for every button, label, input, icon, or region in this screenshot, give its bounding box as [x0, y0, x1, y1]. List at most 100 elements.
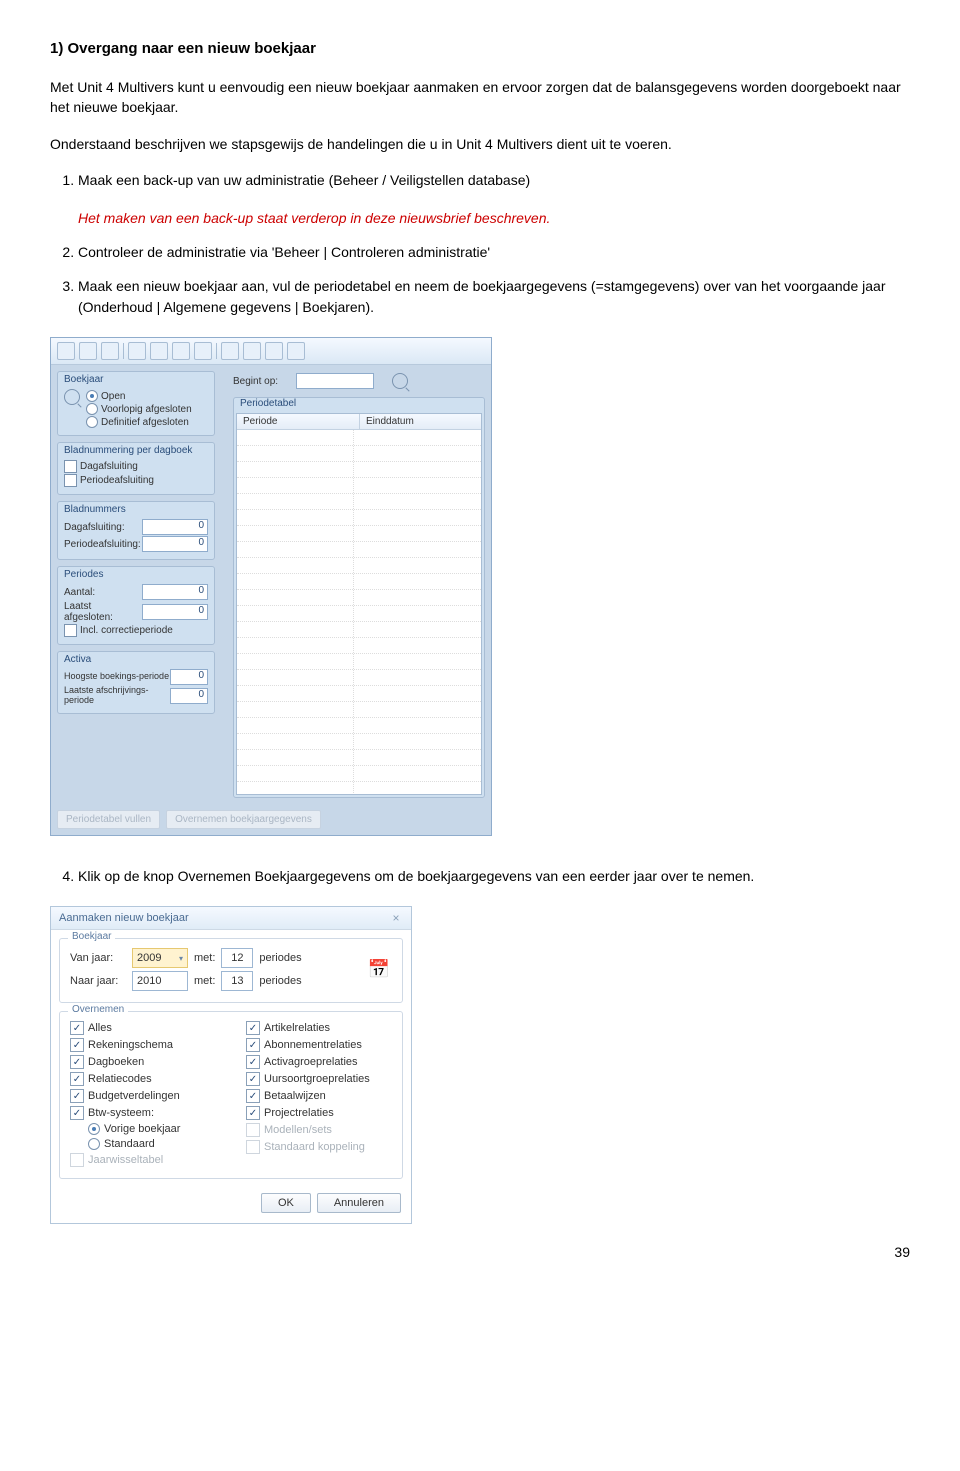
ok-button[interactable]: OK	[261, 1193, 311, 1213]
toolbar-icon[interactable]	[194, 342, 212, 360]
search-icon[interactable]	[64, 389, 80, 405]
panel-title: Bladnummering per dagboek	[64, 445, 208, 456]
hoogste-boekingsperiode-input[interactable]: 0	[170, 669, 208, 685]
table-row[interactable]	[237, 590, 481, 606]
table-row[interactable]	[237, 702, 481, 718]
table-row[interactable]	[237, 750, 481, 766]
toolbar-icon[interactable]	[101, 342, 119, 360]
table-row[interactable]	[237, 574, 481, 590]
naar-jaar-input[interactable]: 2010	[132, 971, 188, 991]
toolbar-icon[interactable]	[150, 342, 168, 360]
table-row[interactable]	[237, 718, 481, 734]
table-row[interactable]	[237, 654, 481, 670]
van-periodes-input[interactable]: 12	[221, 948, 253, 968]
table-row[interactable]	[237, 446, 481, 462]
label: Aantal:	[64, 587, 142, 598]
van-jaar-input[interactable]: 2009▾	[132, 948, 188, 968]
check-label: Incl. correctieperiode	[80, 625, 173, 636]
table-row[interactable]	[237, 606, 481, 622]
toolbar-separator	[216, 343, 217, 359]
toolbar-nav-prev-icon[interactable]	[243, 342, 261, 360]
toolbar-icon[interactable]	[57, 342, 75, 360]
btw-vorige-radio[interactable]: Vorige boekjaar	[88, 1123, 216, 1135]
overnemen-item[interactable]: Rekeningschema	[70, 1038, 216, 1052]
overnemen-item[interactable]: Projectrelaties	[246, 1106, 392, 1120]
periodeafsluiting-input[interactable]: 0	[142, 536, 208, 552]
overnemen-item[interactable]: Activagroeprelaties	[246, 1055, 392, 1069]
dagafsluiting-input[interactable]: 0	[142, 519, 208, 535]
aantal-input[interactable]: 0	[142, 584, 208, 600]
table-row[interactable]	[237, 510, 481, 526]
panel-title: Periodes	[64, 569, 208, 580]
btw-standaard-radio[interactable]: Standaard	[88, 1138, 216, 1150]
status-definitief-radio[interactable]: Definitief afgesloten	[86, 416, 192, 428]
calendar-icon[interactable]: 📅	[366, 957, 392, 983]
overnemen-item[interactable]: Btw-systeem:	[70, 1106, 216, 1120]
overnemen-item[interactable]: Artikelrelaties	[246, 1021, 392, 1035]
naar-periodes-input[interactable]: 13	[221, 971, 253, 991]
table-row[interactable]	[237, 782, 481, 795]
toolbar-icon[interactable]	[172, 342, 190, 360]
cancel-button[interactable]: Annuleren	[317, 1193, 401, 1213]
checkbox-icon	[246, 1055, 260, 1069]
radio-icon	[88, 1138, 100, 1150]
overnemen-item[interactable]: Abonnementrelaties	[246, 1038, 392, 1052]
activa-panel: Activa Hoogste boekings-periode0 Laatste…	[57, 651, 215, 714]
toolbar-nav-next-icon[interactable]	[265, 342, 283, 360]
laatst-afgesloten-input[interactable]: 0	[142, 604, 208, 620]
dialog-title: Aanmaken nieuw boekjaar	[59, 912, 189, 924]
table-row[interactable]	[237, 526, 481, 542]
check-label: Modellen/sets	[264, 1124, 332, 1136]
met-label: met:	[194, 975, 215, 987]
bladnummers-panel: Bladnummers Dagafsluiting:0 Periodeafslu…	[57, 501, 215, 560]
check-label: Dagafsluiting	[80, 461, 138, 472]
check-label: Periodeafsluiting	[80, 475, 154, 486]
table-row[interactable]	[237, 766, 481, 782]
periodetabel-grid[interactable]: Periode Einddatum	[236, 413, 482, 795]
toolbar-nav-first-icon[interactable]	[221, 342, 239, 360]
periodeafsluiting-check[interactable]: Periodeafsluiting	[64, 474, 208, 487]
status-open-radio[interactable]: Open	[86, 390, 192, 402]
table-row[interactable]	[237, 734, 481, 750]
panel-title: Boekjaar	[64, 374, 208, 385]
status-voorlopig-radio[interactable]: Voorlopig afgesloten	[86, 403, 192, 415]
begint-op-input[interactable]	[296, 373, 374, 389]
table-row[interactable]	[237, 462, 481, 478]
laatste-afschrijvingsperiode-input[interactable]: 0	[170, 688, 208, 704]
overnemen-item[interactable]: Relatiecodes	[70, 1072, 216, 1086]
periodetabel-vullen-button[interactable]: Periodetabel vullen	[57, 810, 160, 829]
check-label: Btw-systeem:	[88, 1107, 154, 1119]
checkbox-icon	[246, 1021, 260, 1035]
toolbar-separator	[123, 343, 124, 359]
toolbar-icon[interactable]	[128, 342, 146, 360]
overnemen-boekjaargegevens-button[interactable]: Overnemen boekjaargegevens	[166, 810, 321, 829]
table-row[interactable]	[237, 686, 481, 702]
radio-label: Standaard	[104, 1138, 155, 1150]
table-row[interactable]	[237, 430, 481, 446]
step-4: Klik op de knop Overnemen Boekjaargegeve…	[78, 866, 910, 886]
bladnummering-panel: Bladnummering per dagboek Dagafsluiting …	[57, 442, 215, 495]
toolbar	[51, 338, 491, 365]
overnemen-item[interactable]: Alles	[70, 1021, 216, 1035]
table-row[interactable]	[237, 542, 481, 558]
table-row[interactable]	[237, 558, 481, 574]
table-row[interactable]	[237, 670, 481, 686]
checkbox-icon	[70, 1089, 84, 1103]
incl-correctieperiode-check[interactable]: Incl. correctieperiode	[64, 624, 208, 637]
step-1-note: Het maken van een back-up staat verderop…	[78, 210, 910, 226]
step-1: Maak een back-up van uw administratie (B…	[78, 170, 910, 190]
date-search-icon[interactable]	[392, 373, 408, 389]
table-row[interactable]	[237, 622, 481, 638]
overnemen-item[interactable]: Budgetverdelingen	[70, 1089, 216, 1103]
close-icon[interactable]: ×	[389, 911, 403, 925]
overnemen-item[interactable]: Betaalwijzen	[246, 1089, 392, 1103]
toolbar-nav-last-icon[interactable]	[287, 342, 305, 360]
table-row[interactable]	[237, 494, 481, 510]
toolbar-icon[interactable]	[79, 342, 97, 360]
overnemen-item[interactable]: Dagboeken	[70, 1055, 216, 1069]
table-row[interactable]	[237, 478, 481, 494]
check-label: Standaard koppeling	[264, 1141, 365, 1153]
dagafsluiting-check[interactable]: Dagafsluiting	[64, 460, 208, 473]
table-row[interactable]	[237, 638, 481, 654]
overnemen-item[interactable]: Uursoortgroeprelaties	[246, 1072, 392, 1086]
